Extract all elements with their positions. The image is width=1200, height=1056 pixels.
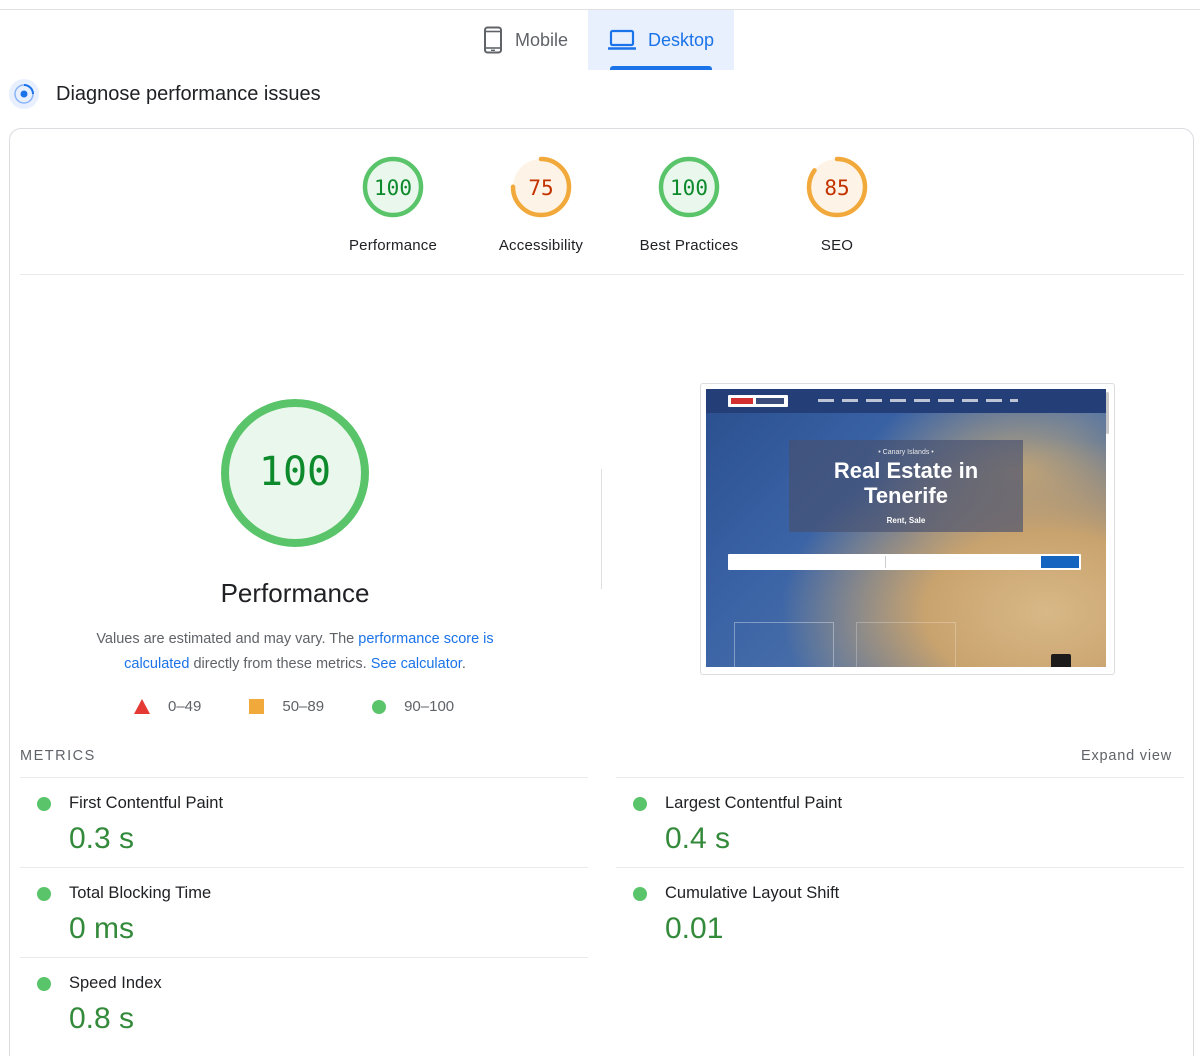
flag-icon <box>1051 654 1071 667</box>
screenshot-tagline: Rent, Sale <box>886 516 926 525</box>
legend-fail: 0–49 <box>134 698 201 715</box>
gauge-accessibility-value: 75 <box>528 176 553 200</box>
screenshot-subtitle: • Canary Islands • <box>878 449 934 456</box>
square-icon <box>249 699 265 714</box>
gauge-accessibility-ring: 75 <box>510 156 572 218</box>
metric-name: First Contentful Paint <box>69 794 224 812</box>
metric-name: Speed Index <box>69 974 162 992</box>
screenshot-card-outline <box>734 622 834 667</box>
screenshot-filter-button <box>1041 556 1079 568</box>
smartphone-icon <box>484 26 502 54</box>
gauge-seo-ring: 85 <box>806 156 868 218</box>
gauge-best-practices-label: Best Practices <box>639 237 739 254</box>
tab-mobile[interactable]: Mobile <box>463 10 588 70</box>
pass-circle-icon <box>633 887 647 901</box>
screenshot-hero-box: • Canary Islands • Real Estate in Tenerif… <box>789 440 1023 532</box>
gauge-performance-ring: 100 <box>362 156 424 218</box>
vertical-divider <box>601 469 602 589</box>
performance-score-gauge: 100 <box>221 399 369 547</box>
gauge-accessibility[interactable]: 75 Accessibility <box>467 155 615 254</box>
device-tabs: Mobile Desktop <box>463 10 735 70</box>
metrics-heading: METRICS <box>20 748 96 764</box>
screenshot-search-bar <box>728 554 1081 570</box>
metric-name: Cumulative Layout Shift <box>665 884 840 902</box>
pass-circle-icon <box>37 887 51 901</box>
metric-value: 0.3 s <box>69 822 135 855</box>
legend-pass-label: 90–100 <box>404 698 455 715</box>
pass-circle-icon <box>633 797 647 811</box>
top-divider <box>0 0 1200 10</box>
diagnose-header: Diagnose performance issues <box>8 76 321 112</box>
metric-value: 0.4 s <box>665 822 731 855</box>
legend-average: 50–89 <box>249 698 324 715</box>
gauge-seo-value: 85 <box>824 176 849 200</box>
metric-value: 0 ms <box>69 912 135 945</box>
metric-total-blocking-time: Total Blocking Time 0 ms <box>20 867 588 957</box>
laptop-icon <box>608 29 637 50</box>
tab-mobile-label: Mobile <box>515 29 569 50</box>
pass-circle-icon <box>37 977 51 991</box>
legend-average-label: 50–89 <box>282 698 325 715</box>
performance-score-value: 100 <box>259 449 331 495</box>
performance-title: Performance <box>220 578 370 608</box>
metric-cumulative-layout-shift: Cumulative Layout Shift 0.01 <box>616 867 1184 957</box>
metrics-left-column: First Contentful Paint 0.3 s Total Block… <box>20 777 588 1047</box>
gauge-best-practices[interactable]: 100 Best Practices <box>615 155 763 254</box>
desc-text-2: directly from these metrics. <box>189 656 371 672</box>
expand-view-button[interactable]: Expand view <box>1081 748 1172 764</box>
pass-circle-icon <box>37 797 51 811</box>
performance-description: Values are estimated and may vary. The p… <box>70 627 520 677</box>
screenshot-scrollbar <box>1106 392 1109 434</box>
gauge-performance[interactable]: 100 Performance <box>319 155 467 254</box>
desc-text-3: . <box>461 656 466 672</box>
triangle-icon <box>134 699 150 714</box>
desc-text-1: Values are estimated and may vary. The <box>96 631 359 647</box>
page-screenshot[interactable]: • Canary Islands • Real Estate in Tenerif… <box>700 383 1115 675</box>
metrics-right-column: Largest Contentful Paint 0.4 s Cumulativ… <box>616 777 1184 957</box>
metric-value: 0.01 <box>665 912 724 945</box>
screenshot-card-outline <box>856 622 956 667</box>
gauge-performance-value: 100 <box>374 176 412 200</box>
legend-pass: 90–100 <box>372 698 454 715</box>
metric-largest-contentful-paint: Largest Contentful Paint 0.4 s <box>616 777 1184 867</box>
score-gauges: 100 Performance 75 Accessibility 100 Bes… <box>319 155 911 254</box>
tab-desktop-label: Desktop <box>648 29 715 50</box>
screenshot-navbar <box>706 389 1106 413</box>
metric-speed-index: Speed Index 0.8 s <box>20 957 588 1047</box>
gauge-seo[interactable]: 85 SEO <box>763 155 911 254</box>
score-legend: 0–49 50–89 90–100 <box>134 698 502 715</box>
tab-desktop[interactable]: Desktop <box>588 10 735 70</box>
see-calculator-link[interactable]: See calculator <box>371 656 462 672</box>
screenshot-headline-2: Tenerife <box>864 483 948 508</box>
circle-icon <box>372 699 387 714</box>
gauge-performance-label: Performance <box>348 237 438 254</box>
gauge-seo-label: SEO <box>820 237 854 254</box>
performance-dial-icon <box>9 79 39 109</box>
metric-value: 0.8 s <box>69 1002 135 1035</box>
gauge-best-practices-ring: 100 <box>658 156 720 218</box>
screenshot-nav-links <box>818 399 1018 402</box>
section-divider <box>20 274 1184 275</box>
metric-name: Total Blocking Time <box>69 884 212 902</box>
screenshot-image: • Canary Islands • Real Estate in Tenerif… <box>706 389 1106 667</box>
metric-first-contentful-paint: First Contentful Paint 0.3 s <box>20 777 588 867</box>
screenshot-headline-1: Real Estate in <box>833 458 979 483</box>
gauge-best-practices-value: 100 <box>670 176 708 200</box>
diagnose-title: Diagnose performance issues <box>56 82 321 105</box>
gauge-accessibility-label: Accessibility <box>498 237 584 254</box>
screenshot-headline: Real Estate in Tenerife <box>789 458 1023 508</box>
legend-fail-label: 0–49 <box>168 698 202 715</box>
screenshot-logo <box>728 395 788 407</box>
metric-name: Largest Contentful Paint <box>665 794 843 812</box>
